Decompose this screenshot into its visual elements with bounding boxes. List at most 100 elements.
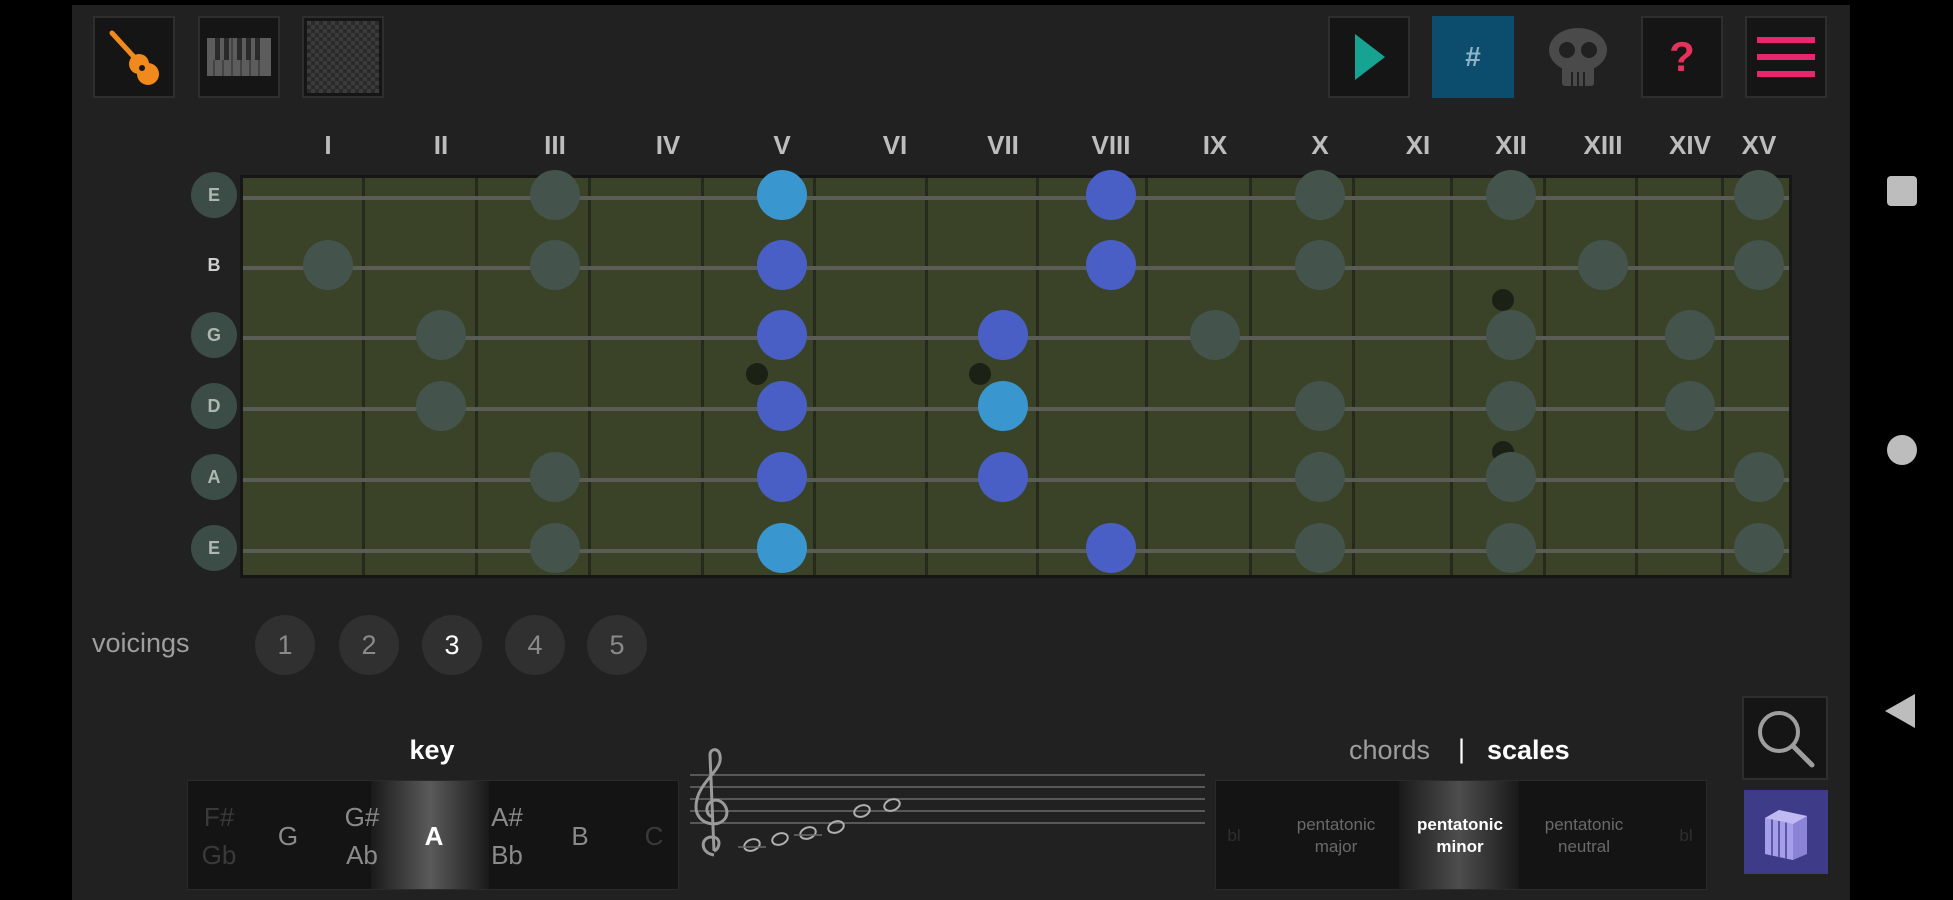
voicing-button-2[interactable]: 2: [339, 615, 399, 675]
ghost-note-dot[interactable]: [530, 452, 580, 502]
help-button[interactable]: ?: [1641, 16, 1723, 98]
key-picker[interactable]: F# Gb G G# Ab A A# Bb B C: [187, 780, 679, 890]
key-option-sharp: B: [571, 821, 589, 851]
key-option[interactable]: G: [278, 781, 298, 889]
guitar-string: [243, 196, 1789, 200]
active-note-dot[interactable]: [978, 452, 1028, 502]
scale-picker[interactable]: bl pentatonic major pentatonic minor pentat…: [1215, 780, 1707, 890]
recent-apps-icon[interactable]: [1887, 176, 1917, 206]
ghost-note-dot[interactable]: [416, 381, 466, 431]
grid-instrument-button[interactable]: [302, 16, 384, 98]
ghost-note-dot[interactable]: [1295, 452, 1345, 502]
ghost-note-dot[interactable]: [1734, 170, 1784, 220]
ghost-note-dot[interactable]: [1665, 310, 1715, 360]
library-button[interactable]: [1744, 790, 1828, 874]
string-label-g[interactable]: G: [191, 312, 237, 358]
sharp-icon: #: [1465, 41, 1481, 72]
ghost-note-dot[interactable]: [1486, 170, 1536, 220]
checker-grid-icon: [307, 21, 379, 93]
root-note-dot[interactable]: [757, 170, 807, 220]
fret-label-ii: II: [433, 130, 449, 160]
active-note-dot[interactable]: [757, 381, 807, 431]
voicing-button-1[interactable]: 1: [255, 615, 315, 675]
fret-inlay-dot: [1492, 289, 1514, 311]
key-option[interactable]: G# Ab: [345, 781, 380, 889]
key-option[interactable]: C: [645, 781, 664, 889]
ghost-note-dot[interactable]: [303, 240, 353, 290]
guitar-instrument-button[interactable]: [93, 16, 175, 98]
scale-option[interactable]: bl: [1631, 781, 1706, 889]
fret-number-row: I II III IV V VI VII VIII IX X XI XII XIII XIV XV: [0, 130, 1953, 164]
active-note-dot[interactable]: [1086, 523, 1136, 573]
menu-button[interactable]: [1745, 16, 1827, 98]
fret-wire: [701, 178, 704, 575]
voicing-button-3[interactable]: 3: [422, 615, 482, 675]
ghost-note-dot[interactable]: [1578, 240, 1628, 290]
key-option[interactable]: A: [425, 781, 444, 889]
key-option[interactable]: A# Bb: [491, 781, 523, 889]
fret-wire: [1036, 178, 1039, 575]
fretboard[interactable]: [240, 175, 1792, 578]
piano-instrument-button[interactable]: [198, 16, 280, 98]
key-option[interactable]: B: [571, 781, 589, 889]
voicing-button-5[interactable]: 5: [587, 615, 647, 675]
string-label-a[interactable]: A: [191, 454, 237, 500]
play-button[interactable]: [1328, 16, 1410, 98]
active-note-dot[interactable]: [757, 452, 807, 502]
ghost-note-dot[interactable]: [530, 523, 580, 573]
root-note-dot[interactable]: [757, 523, 807, 573]
ghost-note-dot[interactable]: [1295, 523, 1345, 573]
ghost-note-dot[interactable]: [1190, 310, 1240, 360]
scale-option[interactable]: bl: [1216, 781, 1289, 889]
ghost-note-dot[interactable]: [1295, 240, 1345, 290]
active-note-dot[interactable]: [757, 310, 807, 360]
ghost-note-dot[interactable]: [530, 170, 580, 220]
ghost-note-dot[interactable]: [416, 310, 466, 360]
scale-option[interactable]: pentatonic neutral: [1529, 781, 1639, 889]
ghost-note-dot[interactable]: [1486, 381, 1536, 431]
ghost-note-dot[interactable]: [1295, 170, 1345, 220]
scale-option[interactable]: pentatonic major: [1281, 781, 1391, 889]
fret-label-i: I: [324, 130, 332, 160]
ghost-note-dot[interactable]: [1734, 452, 1784, 502]
ghost-note-dot[interactable]: [1486, 310, 1536, 360]
guitar-string: [243, 549, 1789, 553]
ghost-note-dot[interactable]: [1734, 523, 1784, 573]
string-label-e[interactable]: E: [191, 172, 237, 218]
ghost-note-dot[interactable]: [1486, 452, 1536, 502]
guitar-icon: [109, 30, 159, 85]
ghost-note-dot[interactable]: [530, 240, 580, 290]
scale-option[interactable]: pentatonic minor: [1405, 781, 1515, 889]
search-button[interactable]: [1742, 696, 1828, 780]
key-title: key: [409, 735, 455, 765]
active-note-dot[interactable]: [757, 240, 807, 290]
root-note-dot[interactable]: [978, 381, 1028, 431]
fret-label-vi: VI: [882, 130, 908, 160]
string-label-e[interactable]: E: [191, 525, 237, 571]
voicing-button-4[interactable]: 4: [505, 615, 565, 675]
ghost-note-dot[interactable]: [1486, 523, 1536, 573]
key-option[interactable]: F# Gb: [202, 781, 237, 889]
question-icon: ?: [1669, 33, 1695, 80]
active-note-dot[interactable]: [1086, 170, 1136, 220]
fret-label-iii: III: [544, 130, 566, 160]
string-label-d[interactable]: D: [191, 383, 237, 429]
fret-wire: [1249, 178, 1252, 575]
skull-button[interactable]: [1537, 16, 1619, 98]
fret-inlay-dot: [746, 363, 768, 385]
ghost-note-dot[interactable]: [1295, 381, 1345, 431]
sharp-toggle-button[interactable]: #: [1432, 16, 1514, 98]
string-label-b[interactable]: B: [191, 242, 237, 288]
home-icon[interactable]: [1887, 435, 1917, 465]
fret-label-xi: XI: [1405, 130, 1431, 160]
tab-chords[interactable]: chords: [1349, 735, 1430, 766]
staff-notes: [738, 798, 901, 852]
tab-scales[interactable]: scales: [1487, 735, 1570, 766]
active-note-dot[interactable]: [978, 310, 1028, 360]
back-icon[interactable]: [1885, 694, 1915, 728]
ghost-note-dot[interactable]: [1665, 381, 1715, 431]
ghost-note-dot[interactable]: [1734, 240, 1784, 290]
key-option-sharp: A#: [491, 802, 523, 832]
voicings-label: voicings: [92, 628, 190, 658]
active-note-dot[interactable]: [1086, 240, 1136, 290]
